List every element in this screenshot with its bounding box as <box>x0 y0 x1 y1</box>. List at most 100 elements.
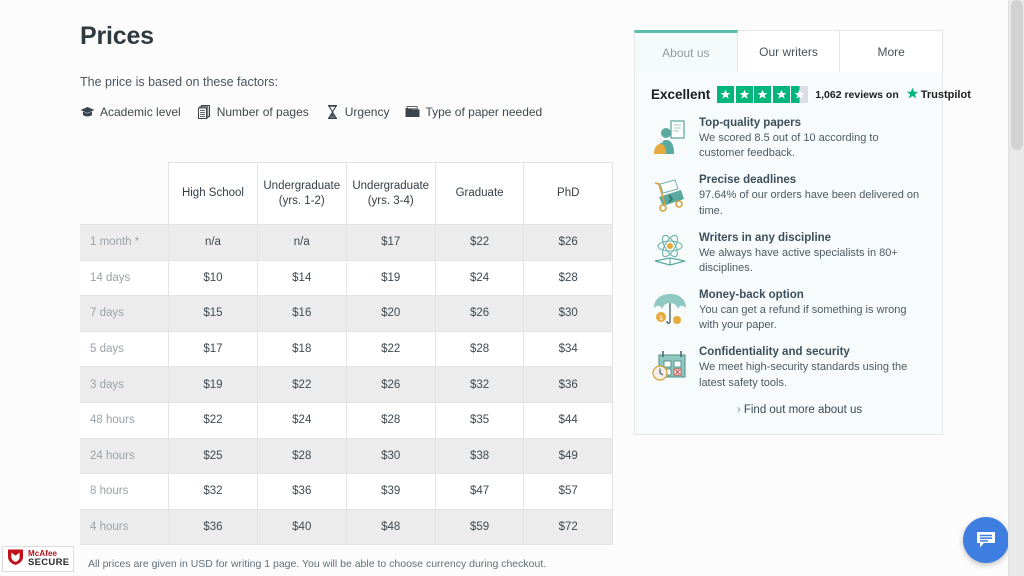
price-cell: $39 <box>345 473 436 510</box>
table-row: 5 days $17 $18 $22 $28 $34 <box>80 330 613 368</box>
chat-bubble-icon <box>975 529 997 551</box>
tab-our-writers[interactable]: Our writers <box>737 30 841 72</box>
price-cell: $57 <box>523 473 613 510</box>
feature-title: Top-quality papers <box>699 117 802 129</box>
feature-desc: We meet high-security standards using th… <box>699 361 908 389</box>
price-cell: $16 <box>256 295 347 332</box>
factors-list: Academic level Number of pages Urgency T… <box>80 105 615 119</box>
row-deadline-label: 8 hours <box>80 473 170 510</box>
mcafee-secure-badge[interactable]: McAfee SECURE <box>2 546 74 572</box>
scrollbar-thumb[interactable] <box>1011 0 1023 150</box>
trustpilot-star-icon <box>906 87 919 103</box>
tab-label: Our writers <box>759 44 818 59</box>
row-deadline-label: 1 month * <box>80 224 170 261</box>
table-row: 1 month * n/a n/a $17 $22 $26 <box>80 224 613 261</box>
tab-label: About us <box>662 45 710 60</box>
feature-text: Money-back option You can get a refund i… <box>699 289 926 333</box>
row-deadline-label: 14 days <box>80 259 170 297</box>
price-cell: $36 <box>256 473 347 510</box>
price-cell: $40 <box>256 508 347 546</box>
row-deadline-label: 4 hours <box>80 508 170 546</box>
feature-desc: 97.64% of our orders have been delivered… <box>699 189 920 217</box>
disciplines-book-icon <box>651 233 689 271</box>
price-cell: $30 <box>345 437 436 475</box>
factor-urgency: Urgency <box>325 105 390 119</box>
page-root: Prices The price is based on these facto… <box>0 0 1024 576</box>
price-cell: $18 <box>256 330 347 368</box>
table-head: High School Undergraduate (yrs. 1-2) Und… <box>80 162 613 225</box>
price-cell: $47 <box>434 473 525 510</box>
col-line: PhD <box>557 187 580 200</box>
col-line: (yrs. 3-4) <box>367 194 414 207</box>
mcafee-line2: SECURE <box>28 557 70 569</box>
factor-label: Type of paper needed <box>425 105 543 119</box>
feature-money-back-option: $ Money-back option You can get a refund… <box>651 289 926 333</box>
price-cell: $72 <box>523 508 613 546</box>
tab-label: More <box>877 44 905 59</box>
star-icon <box>754 86 772 103</box>
find-out-more-link[interactable]: › Find out more about us <box>651 404 926 416</box>
tab-about-us[interactable]: About us <box>634 30 738 72</box>
prices-section: Prices The price is based on these facto… <box>80 22 615 119</box>
trustpilot-review-count: 1,062 reviews on <box>815 88 899 101</box>
row-deadline-label: 7 days <box>80 295 170 332</box>
price-cell: $30 <box>523 295 613 332</box>
col-line: Undergraduate <box>263 180 341 193</box>
price-cell: $32 <box>434 366 525 403</box>
factor-number-of-pages: Number of pages <box>197 105 309 119</box>
row-deadline-label: 24 hours <box>80 437 170 475</box>
col-line: Graduate <box>455 187 504 200</box>
price-cell: $17 <box>345 224 436 261</box>
table-row: 24 hours $25 $28 $30 $38 $49 <box>80 437 613 475</box>
feature-precise-deadlines: Precise deadlines 97.64% of our orders h… <box>651 174 926 218</box>
feature-title: Precise deadlines <box>699 174 797 187</box>
trustpilot-rating[interactable]: Excellent 1,062 reviews on Trustpilot <box>651 86 971 103</box>
feature-title: Money-back option <box>699 289 804 302</box>
price-cell: $28 <box>523 259 613 297</box>
star-half-icon <box>791 86 809 103</box>
price-cell: $28 <box>434 330 525 368</box>
star-icon <box>735 86 753 103</box>
price-cell: $22 <box>256 366 347 403</box>
feature-text: Writers in any discipline We always have… <box>699 232 926 276</box>
feature-text: Precise deadlines 97.64% of our orders h… <box>699 174 926 218</box>
price-cell: $28 <box>345 401 436 439</box>
price-cell: $35 <box>434 401 525 439</box>
feature-writers-any-discipline: Writers in any discipline We always have… <box>651 232 926 276</box>
price-cell: n/a <box>256 224 347 261</box>
price-cell: $19 <box>168 366 258 403</box>
price-cell: $36 <box>168 508 258 546</box>
factor-label: Urgency <box>344 105 390 119</box>
column-header-graduate: Graduate <box>434 162 525 225</box>
table-row: 4 hours $36 $40 $48 $59 $72 <box>80 508 613 546</box>
feature-title: Confidentiality and security <box>699 346 850 359</box>
deadline-cart-icon <box>651 175 689 213</box>
folder-icon <box>405 105 420 119</box>
row-deadline-label: 5 days <box>80 330 170 368</box>
feature-text: Confidentiality and security We meet hig… <box>699 346 926 390</box>
price-cell: $22 <box>345 330 436 368</box>
tab-more[interactable]: More <box>840 30 944 72</box>
page-scrollbar[interactable] <box>1008 0 1024 576</box>
trustpilot-stars <box>717 86 809 103</box>
column-header-undergraduate-1-2: Undergraduate (yrs. 1-2) <box>256 162 347 225</box>
col-line: Undergraduate <box>352 180 430 193</box>
quality-papers-icon <box>651 118 689 156</box>
graduation-cap-icon <box>80 105 95 119</box>
factor-type-of-paper: Type of paper needed <box>405 105 542 119</box>
price-cell: $34 <box>523 330 613 368</box>
factor-academic-level: Academic level <box>80 105 181 119</box>
price-cell: $49 <box>523 437 613 475</box>
factor-label: Academic level <box>100 105 181 119</box>
table-row: 7 days $15 $16 $20 $26 $30 <box>80 295 613 332</box>
feature-desc: You can get a refund if something is wro… <box>699 304 907 332</box>
feature-top-quality-papers: Top-quality papers We scored 8.5 out of … <box>651 117 926 161</box>
about-panel: About us Our writers More Excellent 1,06… <box>634 30 971 435</box>
price-cell: $26 <box>345 366 436 403</box>
trustpilot-rating-word: Excellent <box>651 87 711 102</box>
price-cell: $38 <box>434 437 525 475</box>
chat-widget-button[interactable] <box>963 517 1009 563</box>
column-header-undergraduate-3-4: Undergraduate (yrs. 3-4) <box>345 162 436 225</box>
price-cell: n/a <box>168 224 258 261</box>
price-cell: $28 <box>256 437 347 475</box>
